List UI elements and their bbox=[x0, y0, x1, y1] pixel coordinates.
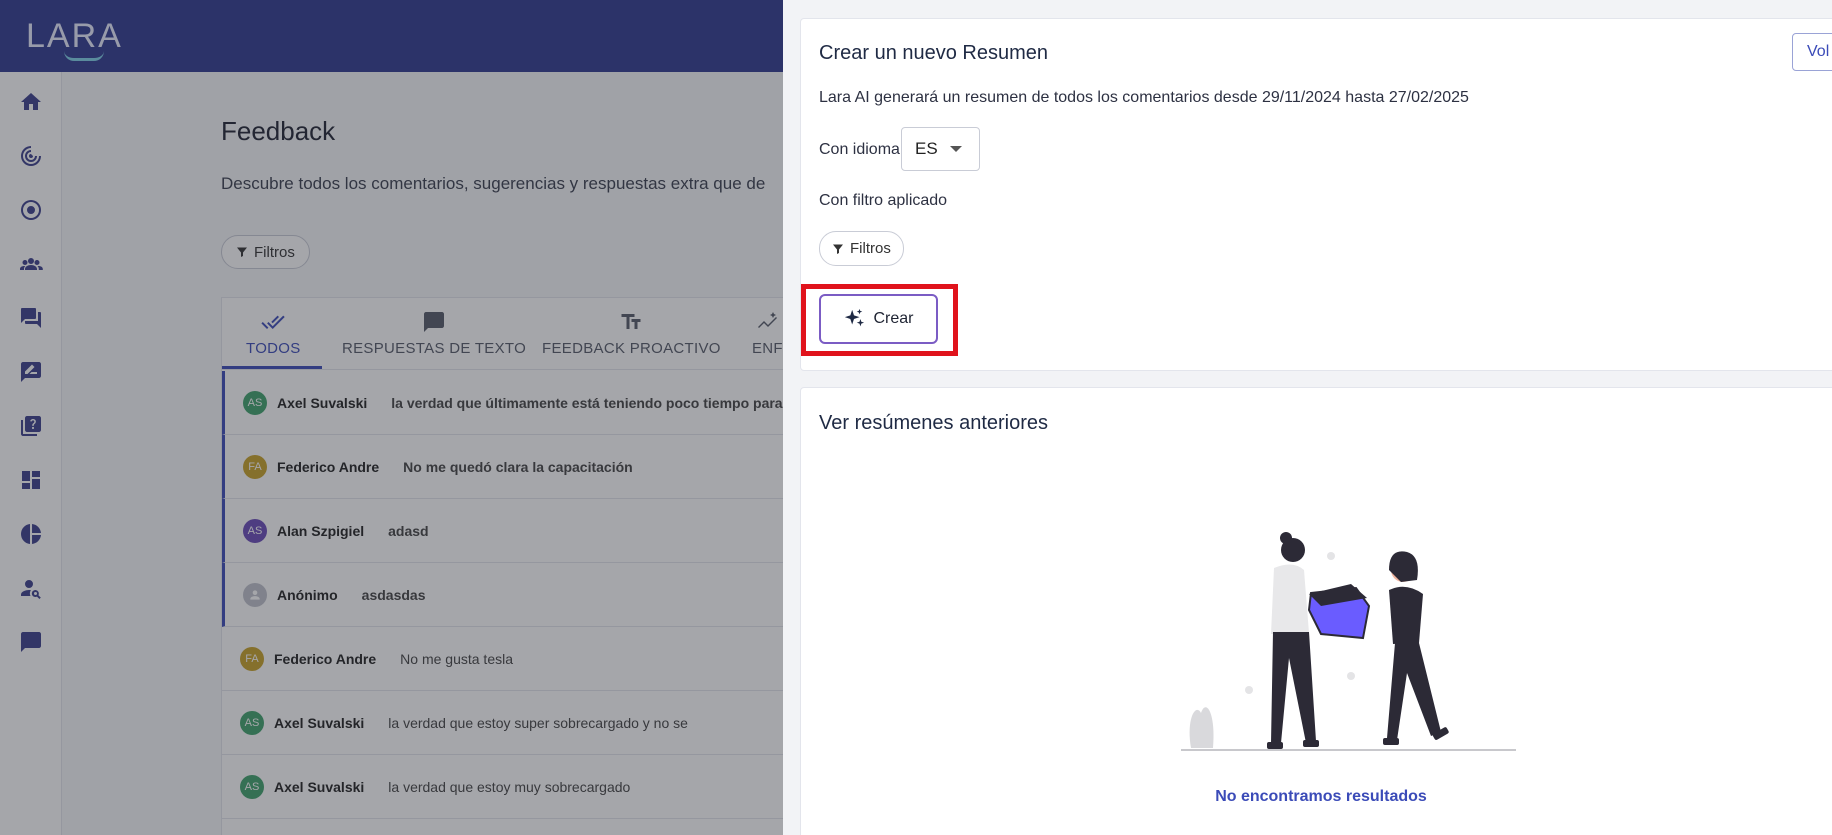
drawer-filters-button[interactable]: Filtros bbox=[819, 231, 904, 266]
empty-state-illustration bbox=[1181, 532, 1516, 751]
previous-summaries-panel: Ver resúmenes anteriores No encontramos … bbox=[800, 387, 1832, 835]
sparkles-icon bbox=[845, 308, 865, 327]
back-button[interactable]: Vol bbox=[1792, 33, 1832, 71]
previous-summaries-title: Ver resúmenes anteriores bbox=[819, 412, 1049, 434]
language-label: Con idioma bbox=[819, 141, 900, 158]
create-button[interactable]: Crear bbox=[819, 294, 938, 344]
create-button-label: Crear bbox=[873, 310, 914, 327]
chevron-down-icon bbox=[950, 146, 962, 152]
filter-icon bbox=[833, 244, 843, 254]
filters-label: Filtros bbox=[850, 240, 891, 257]
language-value: ES bbox=[915, 139, 938, 158]
language-select[interactable]: ES bbox=[901, 127, 980, 171]
empty-state-message: No encontramos resultados bbox=[1215, 788, 1427, 805]
create-summary-panel: Crear un nuevo Resumen Vol Lara AI gener… bbox=[800, 18, 1832, 371]
summary-info-text: Lara AI generará un resumen de todos los… bbox=[819, 89, 1469, 106]
filter-applied-label: Con filtro aplicado bbox=[819, 192, 948, 209]
drawer-backdrop[interactable] bbox=[0, 0, 783, 835]
create-summary-title: Crear un nuevo Resumen bbox=[819, 42, 1049, 64]
summary-drawer: Crear un nuevo Resumen Vol Lara AI gener… bbox=[783, 0, 1832, 835]
